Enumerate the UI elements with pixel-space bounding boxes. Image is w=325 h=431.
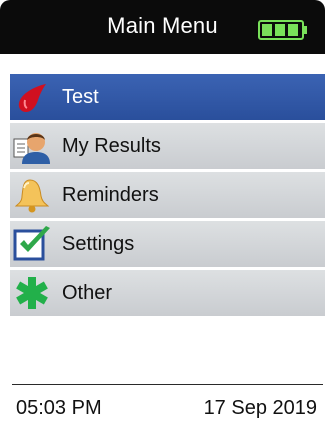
menu-item-reminders[interactable]: Reminders: [10, 172, 325, 218]
battery-icon: [258, 20, 307, 40]
menu-item-label: Settings: [62, 233, 135, 255]
checkbox-icon: [13, 226, 50, 261]
header-bar: Main Menu: [0, 0, 325, 54]
menu-item-label: Test: [62, 86, 99, 108]
green-star-icon: [16, 277, 48, 309]
menu-item-label: Reminders: [62, 184, 159, 206]
footer-divider: [12, 384, 323, 385]
meter-screen: Main Menu Test My Results Reminders Sett…: [0, 0, 325, 431]
menu-item-my-results[interactable]: My Results: [10, 123, 325, 169]
menu-item-other[interactable]: Other: [10, 270, 325, 316]
user-results-icon: [13, 133, 50, 164]
current-date: 17 Sep 2019: [203, 397, 317, 419]
menu-item-settings[interactable]: Settings: [10, 221, 325, 267]
blood-drop-icon: [18, 84, 46, 112]
menu-item-test[interactable]: Test: [10, 74, 325, 120]
menu-item-label: My Results: [62, 135, 161, 157]
main-menu-list: Test My Results Reminders Settings Other: [10, 74, 325, 319]
clock-time: 05:03 PM: [16, 397, 102, 419]
bell-icon: [14, 179, 50, 213]
menu-item-label: Other: [62, 282, 113, 304]
